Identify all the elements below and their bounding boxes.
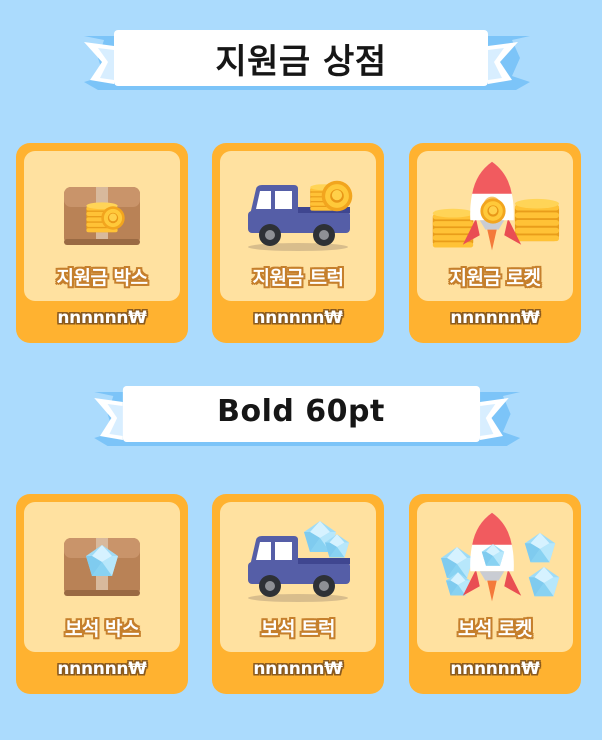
item-name: 보석 박스 xyxy=(64,618,140,640)
item-price-button[interactable]: nnnnnn₩ xyxy=(16,659,188,679)
shop-item-card[interactable]: 보석 트럭 nnnnnn₩ xyxy=(212,494,384,694)
coin-truck-icon xyxy=(248,180,353,251)
item-panel: 보석 트럭 xyxy=(220,502,376,652)
item-price-button[interactable]: nnnnnn₩ xyxy=(212,308,384,328)
section-title: Bold 60pt xyxy=(217,394,385,429)
shop-item-card[interactable]: 지원금 트럭 nnnnnn₩ xyxy=(212,143,384,343)
coin-box-icon xyxy=(64,187,140,245)
item-price-button[interactable]: nnnnnn₩ xyxy=(409,659,581,679)
item-name: 지원금 박스 xyxy=(56,267,148,289)
section-banner: 지원금 상점 xyxy=(0,0,602,90)
item-panel: 지원금 트럭 xyxy=(220,151,376,301)
gem-truck-icon xyxy=(248,521,350,602)
item-price-button[interactable]: nnnnnn₩ xyxy=(212,659,384,679)
item-panel: 지원금 박스 xyxy=(24,151,180,301)
item-price-button[interactable]: nnnnnn₩ xyxy=(16,308,188,328)
shop-item-card[interactable]: 보석 로켓 nnnnnn₩ xyxy=(409,494,581,694)
coin-rocket-icon xyxy=(432,161,560,251)
item-panel: 보석 박스 xyxy=(24,502,180,652)
shop-item-card[interactable]: 보석 박스 nnnnnn₩ xyxy=(16,494,188,694)
shop-item-card[interactable]: 지원금 박스 nnnnnn₩ xyxy=(16,143,188,343)
shop-item-card[interactable]: 지원금 로켓 nnnnnn₩ xyxy=(409,143,581,343)
item-panel: 보석 로켓 xyxy=(417,502,573,652)
item-name: 지원금 트럭 xyxy=(252,267,344,289)
section-banner: Bold 60pt xyxy=(0,356,602,446)
item-name: 보석 로켓 xyxy=(457,618,533,640)
item-name: 보석 트럭 xyxy=(260,618,336,640)
item-panel: 지원금 로켓 xyxy=(417,151,573,301)
item-name: 지원금 로켓 xyxy=(449,267,541,289)
section-title: 지원금 상점 xyxy=(215,42,387,82)
gem-rocket-icon xyxy=(441,512,560,602)
gem-box-icon xyxy=(64,538,140,596)
item-price-button[interactable]: nnnnnn₩ xyxy=(409,308,581,328)
